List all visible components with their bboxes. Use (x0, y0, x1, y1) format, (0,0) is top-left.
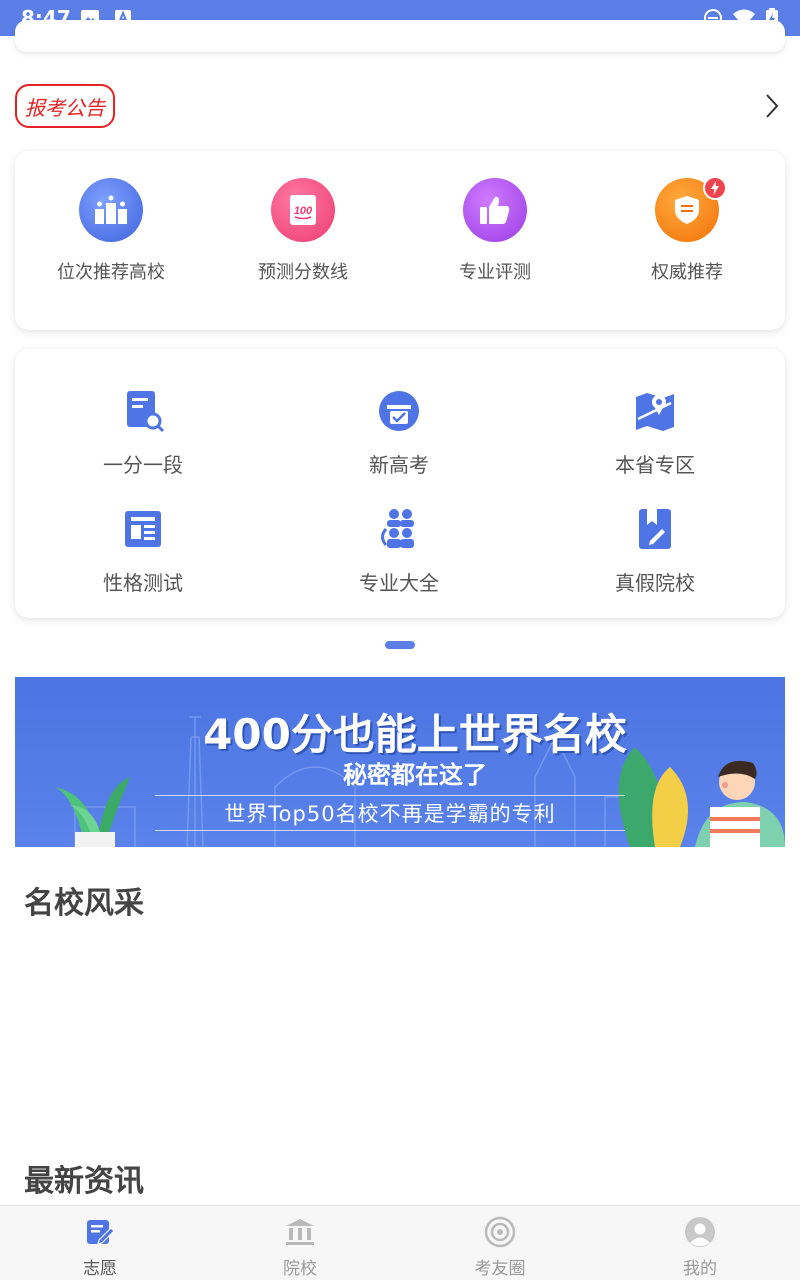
tool-label: 一分一段 (103, 453, 183, 477)
feature-card: 位次推荐高校 100 预测分数线 专业评测 权威推荐 (15, 151, 785, 330)
banner-subheadline: 秘密都在这了 (343, 761, 487, 789)
printer-check-icon (379, 391, 419, 431)
tab-label: 志愿 (83, 1259, 117, 1279)
user-avatar-icon (685, 1217, 715, 1247)
target-circle-icon (484, 1216, 516, 1248)
thumbs-up-icon (463, 178, 527, 242)
group-people-icon (381, 509, 414, 548)
edit-form-icon (87, 1220, 115, 1245)
page-indicator (385, 641, 415, 649)
tab-volunteer[interactable]: 志愿 (0, 1206, 200, 1280)
tab-label: 考友圈 (474, 1259, 526, 1279)
promo-banner[interactable]: 400分也能上世界名校 秘密都在这了 世界Top50名校不再是学霸的专利 (15, 677, 785, 847)
tool-label: 真假院校 (615, 571, 695, 595)
section-famous-schools: 名校风采 (24, 886, 144, 921)
app-screen: 8:47 报考公告 位次推荐高校 100 预测分数线 专业评测 权威推荐 一分一… (0, 0, 800, 1280)
tool-label: 新高考 (369, 453, 429, 477)
tab-schools[interactable]: 院校 (200, 1206, 400, 1280)
feature-label: 专业评测 (459, 262, 531, 283)
score-100-icon: 100 (271, 178, 335, 242)
tool-label: 本省专区 (615, 453, 695, 477)
tool-new-gaokao[interactable]: 新高考 (271, 389, 527, 478)
podium-stars-icon (79, 178, 143, 242)
banner-tagline: 世界Top50名校不再是学霸的专利 (155, 795, 625, 831)
bottom-tab-bar: 志愿 院校 考友圈 我的 (0, 1205, 800, 1280)
tool-label: 性格测试 (103, 571, 183, 595)
feature-label: 权威推荐 (651, 262, 723, 283)
tool-major-catalog[interactable]: 专业大全 (271, 507, 527, 596)
tool-score-segment[interactable]: 一分一段 (15, 389, 271, 478)
tool-personality-test[interactable]: 性格测试 (15, 507, 271, 596)
lightning-badge-icon (703, 176, 727, 200)
map-pin-icon (636, 393, 674, 431)
tool-real-fake-schools[interactable]: 真假院校 (527, 507, 783, 596)
tool-label: 专业大全 (359, 571, 439, 595)
tools-card: 一分一段 新高考 本省专区 性格测试 专业大全 真假院校 (15, 349, 785, 618)
notice-badge[interactable]: 报考公告 (15, 84, 115, 128)
feature-label: 预测分数线 (258, 262, 348, 283)
feature-major-eval[interactable]: 专业评测 (399, 178, 591, 284)
feature-label: 位次推荐高校 (57, 262, 165, 283)
tab-exam-circle[interactable]: 考友圈 (400, 1206, 600, 1280)
newspaper-icon (125, 511, 161, 547)
bookmark-edit-icon (639, 509, 671, 549)
tab-label: 我的 (683, 1259, 717, 1279)
feature-score-predict[interactable]: 100 预测分数线 (207, 178, 399, 284)
chevron-right-icon[interactable] (762, 92, 782, 120)
scrolled-card-remnant (15, 20, 785, 52)
section-latest-news: 最新资讯 (24, 1164, 144, 1199)
svg-text:100: 100 (294, 205, 313, 217)
tab-mine[interactable]: 我的 (600, 1206, 800, 1280)
document-search-icon (127, 391, 165, 433)
tab-label: 院校 (283, 1259, 317, 1279)
banner-headline: 400分也能上世界名校 (203, 710, 627, 759)
tool-province-zone[interactable]: 本省专区 (527, 389, 783, 478)
institution-icon (286, 1219, 314, 1245)
feature-authority-recommend[interactable]: 权威推荐 (591, 176, 783, 284)
shield-badge-icon (655, 176, 727, 242)
feature-rank-recommend[interactable]: 位次推荐高校 (15, 178, 207, 284)
